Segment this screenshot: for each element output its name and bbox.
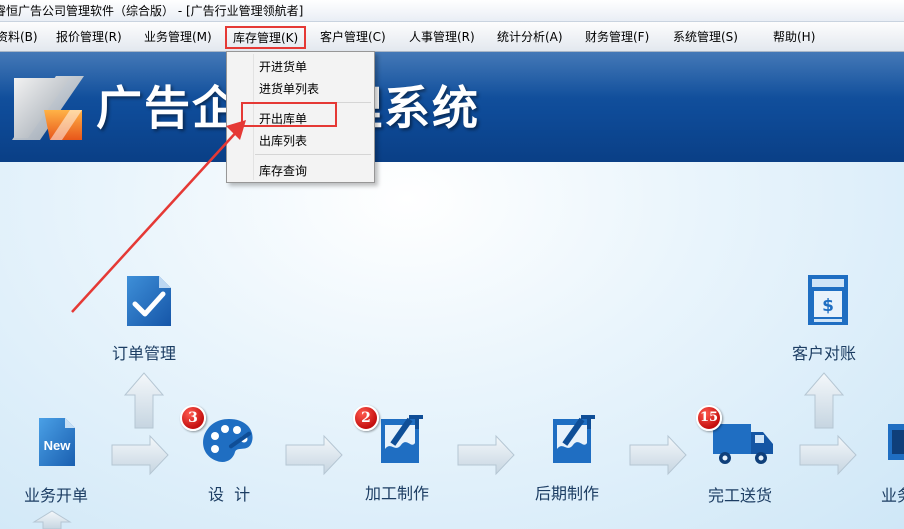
menu-option-inventory-query[interactable]: 库存查询 (259, 162, 307, 179)
delivery-count-badge: 15 (696, 405, 722, 431)
design-count-badge: 3 (180, 405, 206, 431)
post-production-label[interactable]: 后期制作 (535, 480, 599, 504)
delivery-truck-icon[interactable] (711, 420, 775, 468)
order-management-label[interactable]: 订单管理 (112, 340, 176, 364)
menu-option-outbound-list[interactable]: 出库列表 (259, 132, 307, 149)
palette-icon[interactable] (199, 416, 257, 466)
new-document-icon[interactable]: New (37, 416, 77, 468)
business-label-partial[interactable]: 业务 (881, 482, 904, 506)
processing-label[interactable]: 加工制作 (365, 480, 429, 504)
menu-option-purchase-list[interactable]: 进货单列表 (259, 80, 319, 97)
process-count-badge: 2 (353, 405, 379, 431)
delivery-label[interactable]: 完工送货 (708, 482, 772, 506)
highlight-box (241, 102, 337, 127)
account-statement-icon[interactable]: $ (806, 273, 850, 327)
business-icon-partial[interactable] (882, 420, 904, 468)
svg-text:$: $ (822, 296, 834, 316)
menu-separator (255, 154, 371, 155)
process-canvas-icon[interactable] (379, 413, 427, 465)
menu-option-new-purchase[interactable]: 开进货单 (259, 58, 307, 75)
order-document-icon[interactable] (125, 274, 173, 328)
new-business-label[interactable]: 业务开单 (24, 482, 88, 506)
post-production-icon[interactable] (551, 413, 599, 465)
new-icon-text: New (44, 438, 72, 453)
design-label[interactable]: 设 计 (208, 481, 250, 505)
customer-account-label[interactable]: 客户对账 (792, 340, 856, 364)
